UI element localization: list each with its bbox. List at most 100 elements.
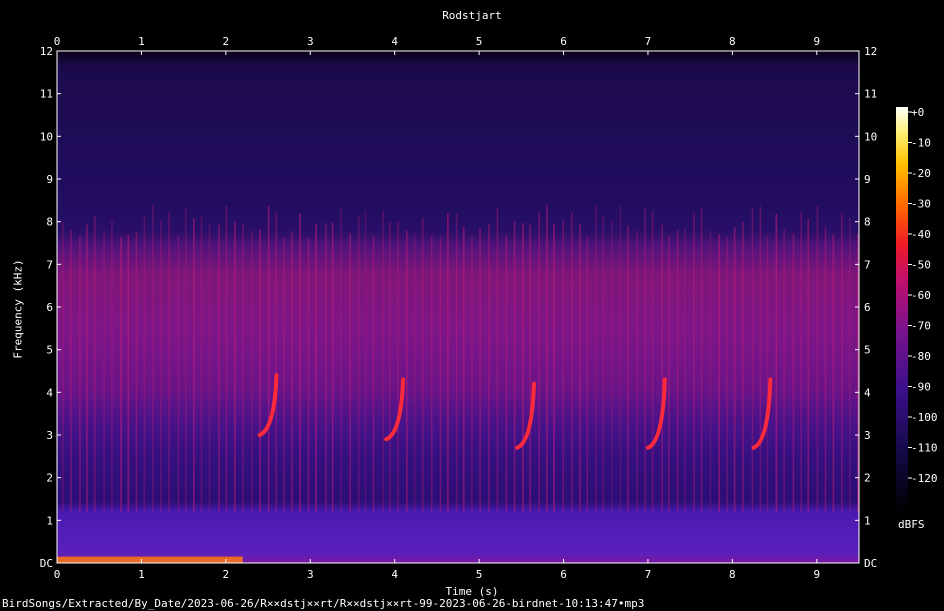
x-tick-label-top: 7 bbox=[645, 35, 652, 48]
colorbar-tick-label: -10 bbox=[911, 137, 931, 150]
stripe bbox=[570, 213, 573, 512]
y-tick-label-left: 8 bbox=[46, 216, 53, 229]
stripe bbox=[218, 224, 220, 512]
stripe bbox=[275, 213, 278, 512]
y-tick-label-left: 11 bbox=[40, 88, 53, 101]
x-tick-label-bottom: 2 bbox=[223, 568, 230, 581]
stripe bbox=[684, 227, 686, 512]
x-tick-label-bottom: 8 bbox=[729, 568, 736, 581]
stripe bbox=[479, 228, 481, 512]
stripe bbox=[325, 223, 327, 512]
y-tick-label-right: 10 bbox=[864, 130, 877, 143]
stripe bbox=[824, 227, 827, 512]
low-frequency-hum bbox=[57, 556, 243, 563]
y-tick-label-right: 2 bbox=[864, 472, 871, 485]
stripe bbox=[143, 215, 146, 512]
x-tick-label-top: 0 bbox=[54, 35, 61, 48]
y-tick-label-right: 4 bbox=[864, 386, 871, 399]
stripe bbox=[553, 223, 555, 512]
stripe bbox=[135, 232, 138, 512]
colorbar-tick-label: -70 bbox=[911, 320, 931, 333]
stripe bbox=[397, 222, 399, 512]
y-tick-label-right: 7 bbox=[864, 258, 871, 271]
stripe bbox=[562, 219, 565, 512]
y-tick-label-right: 11 bbox=[864, 88, 877, 101]
stripe bbox=[751, 208, 754, 512]
stripe bbox=[462, 226, 465, 512]
stripe bbox=[792, 233, 795, 512]
stripe bbox=[127, 234, 130, 512]
stripe bbox=[389, 221, 391, 512]
stripe bbox=[299, 213, 301, 512]
y-tick-label-left: 6 bbox=[46, 301, 53, 314]
stripe bbox=[700, 208, 703, 512]
stripe bbox=[86, 224, 88, 512]
stripe bbox=[816, 205, 819, 512]
x-tick-label-bottom: 5 bbox=[476, 568, 483, 581]
x-tick-label-top: 1 bbox=[138, 35, 145, 48]
stripe bbox=[111, 219, 113, 512]
colorbar-tick-label: +0 bbox=[911, 106, 924, 119]
stripe bbox=[522, 223, 524, 512]
y-tick-label-left: 4 bbox=[46, 386, 53, 399]
colorbar-tick-label: -90 bbox=[911, 381, 931, 394]
stripe bbox=[283, 237, 285, 512]
colorbar-tick-label: -40 bbox=[911, 228, 931, 241]
stripe bbox=[709, 231, 712, 512]
stripe bbox=[421, 217, 424, 512]
y-tick-label-left: 1 bbox=[46, 514, 53, 527]
stripe bbox=[177, 236, 180, 512]
stripe bbox=[529, 224, 531, 512]
y-tick-label-right: 1 bbox=[864, 514, 871, 527]
stripe bbox=[430, 235, 433, 512]
colorbar bbox=[896, 107, 908, 512]
stripe bbox=[357, 216, 360, 512]
stripe bbox=[447, 213, 449, 512]
stripe bbox=[636, 230, 639, 512]
y-tick-label-left: 9 bbox=[46, 173, 53, 186]
stripe bbox=[718, 234, 721, 512]
stripe bbox=[579, 223, 581, 512]
colorbar-tick-label: -50 bbox=[911, 259, 931, 272]
stripe bbox=[619, 205, 622, 512]
y-tick-label-right: DC bbox=[864, 557, 877, 570]
stripe bbox=[759, 206, 762, 512]
y-tick-label-right: 8 bbox=[864, 216, 871, 229]
stripe bbox=[668, 235, 670, 512]
stripe bbox=[242, 223, 244, 512]
stripe bbox=[62, 221, 64, 512]
stripe bbox=[184, 208, 187, 512]
stripe bbox=[307, 238, 310, 512]
stripe bbox=[775, 214, 778, 512]
stripe bbox=[611, 220, 613, 512]
stripe bbox=[726, 237, 728, 512]
stripe bbox=[208, 223, 211, 512]
y-tick-label-left: 2 bbox=[46, 472, 53, 485]
stripe bbox=[455, 214, 458, 512]
stripe bbox=[439, 238, 442, 512]
energy-band bbox=[57, 230, 859, 460]
stripe bbox=[800, 211, 803, 512]
y-tick-label-right: 9 bbox=[864, 173, 871, 186]
stripe bbox=[546, 204, 548, 512]
x-tick-label-bottom: 1 bbox=[138, 568, 145, 581]
stripe bbox=[413, 234, 416, 512]
stripe bbox=[405, 230, 408, 512]
x-tick-label-bottom: 4 bbox=[391, 568, 398, 581]
stripe bbox=[79, 236, 81, 512]
y-tick-label-left: 5 bbox=[46, 344, 53, 357]
stripe bbox=[513, 221, 516, 512]
stripe bbox=[70, 230, 72, 512]
stripe bbox=[538, 211, 541, 512]
x-tick-label-bottom: 9 bbox=[813, 568, 820, 581]
stripe bbox=[340, 208, 342, 512]
stripe bbox=[505, 234, 508, 512]
colorbar-tick-label: -20 bbox=[911, 167, 931, 180]
stripe bbox=[644, 207, 646, 512]
y-tick-label-left: 3 bbox=[46, 429, 53, 442]
stripe bbox=[742, 221, 744, 512]
colorbar-tick-label: -100 bbox=[911, 411, 938, 424]
stripe bbox=[595, 204, 597, 512]
colorbar-tick-label: -110 bbox=[911, 442, 938, 455]
stripe bbox=[168, 212, 170, 512]
